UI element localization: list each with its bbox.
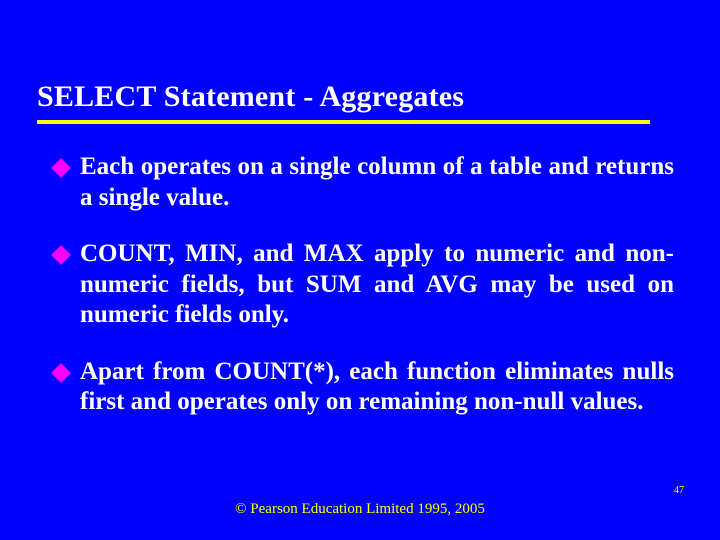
bullet-text: Each operates on a single column of a ta…: [80, 152, 674, 213]
copyright-footer: © Pearson Education Limited 1995, 2005: [0, 501, 720, 518]
diamond-bullet-icon: [51, 245, 71, 265]
bullet-text: Apart from COUNT(*), each function elimi…: [80, 357, 674, 418]
diamond-bullet-icon: [51, 363, 71, 383]
diamond-bullet-icon: [51, 158, 71, 178]
slide-title: SELECT Statement - Aggregates: [37, 80, 650, 124]
bullet-text: COUNT, MIN, and MAX apply to numeric and…: [80, 239, 674, 331]
slide: SELECT Statement - Aggregates Each opera…: [0, 0, 720, 540]
bullet-item: Each operates on a single column of a ta…: [54, 152, 674, 213]
bullet-item: Apart from COUNT(*), each function elimi…: [54, 357, 674, 418]
page-number: 47: [674, 485, 684, 496]
bullet-item: COUNT, MIN, and MAX apply to numeric and…: [54, 239, 674, 331]
slide-body: Each operates on a single column of a ta…: [40, 152, 680, 418]
